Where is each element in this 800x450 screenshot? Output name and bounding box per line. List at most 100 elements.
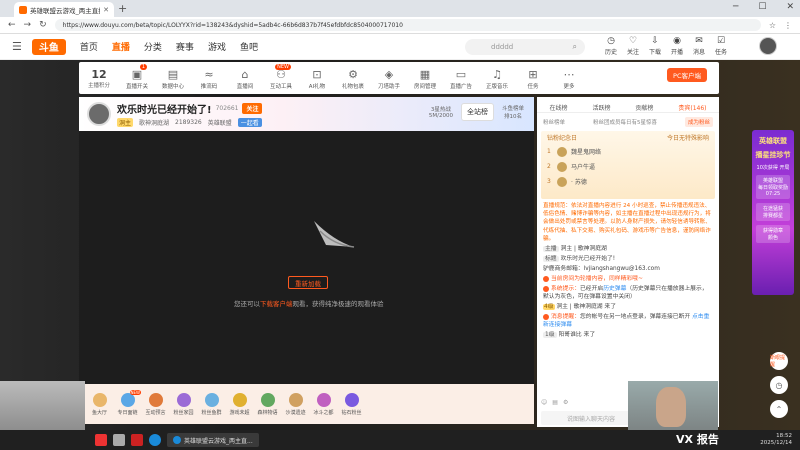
all-station-rank-button[interactable]: 全站榜 — [460, 103, 494, 121]
taskbar-app[interactable]: 英雄联盟云游戏_两主直... — [167, 433, 259, 447]
close-tab-icon[interactable]: ✕ — [103, 6, 109, 14]
maximize-icon[interactable]: ☐ — [758, 2, 766, 12]
tool-manage[interactable]: ▦ 房间管理 — [407, 67, 443, 90]
tool-stream-code[interactable]: ≈ 推流码 — [191, 67, 227, 90]
close-window-icon[interactable]: ✕ — [786, 2, 794, 12]
reload-button[interactable]: 重新加载 — [288, 276, 328, 289]
gift-icon — [176, 392, 191, 407]
follow-button[interactable]: 关注 — [242, 103, 263, 114]
minimize-icon[interactable]: ─ — [733, 2, 738, 12]
browser-tab[interactable]: 英雄联盟云游戏_两主直播_两主 | 斗鱼 ✕ — [14, 2, 114, 17]
vip-row[interactable]: 1 魏星鬼网络 — [547, 144, 709, 159]
new-tab-icon[interactable]: + — [118, 2, 127, 15]
app-icon[interactable] — [113, 434, 125, 446]
app-icon[interactable] — [95, 434, 107, 446]
history-icon[interactable]: ◷ — [770, 376, 788, 394]
setting-icon[interactable]: ⚙ — [563, 399, 568, 406]
room-stats: 3星热战 5M/2000 全站榜 斗鱼榜单 排10名 — [429, 103, 524, 121]
pc-client-button[interactable]: PC客户端 — [667, 68, 707, 82]
header-download[interactable]: ⇩ 下载 — [648, 36, 662, 56]
gift-item[interactable]: 粉丝家园 — [171, 392, 196, 416]
anchor-level[interactable]: 12 主播积分 — [79, 68, 119, 89]
reminder-button[interactable]: 斯眼提醒 — [770, 352, 788, 370]
url-field[interactable]: https://www.douyu.com/beta/topic/LOLYYX?… — [54, 19, 761, 31]
tool-room[interactable]: ⌂ 直播间 — [227, 67, 263, 90]
search-icon[interactable]: ⌕ — [573, 42, 577, 52]
extensions-icon[interactable]: ⋮ — [784, 21, 792, 30]
tool-interact[interactable]: NEW ⚇ 互动工具 — [263, 63, 299, 90]
tool-helper[interactable]: ◈ 刀塔助手 — [371, 67, 407, 90]
search-input[interactable]: ddddd ⌕ — [465, 39, 585, 55]
tool-ai-gift[interactable]: ⊡ AI礼物 — [299, 67, 335, 90]
chat-panel: 在线榜 活跃榜 贡献榜 贵宾(146) 粉丝榜单 粉丝团成员每日有5星惊喜 成为… — [537, 97, 719, 427]
gift-item[interactable]: 钻石粉丝 — [339, 392, 364, 416]
header-broadcast[interactable]: ◉ 开播 — [670, 36, 684, 56]
nav-live[interactable]: 直播 — [112, 40, 130, 53]
tool-music[interactable]: ♫ 正版音乐 — [479, 67, 515, 90]
tool-ad[interactable]: ▭ 直播广告 — [443, 67, 479, 90]
vip-row[interactable]: 2 马户牛逼 — [547, 159, 709, 174]
history-barrage-link[interactable]: 历史弹幕 — [603, 286, 626, 292]
header-message[interactable]: ✉ 消息 — [692, 36, 706, 56]
reload-icon[interactable]: ↻ — [39, 20, 47, 30]
gift-item[interactable]: 鱼大厅 — [87, 392, 112, 416]
chat-message: 1级 阳哥谁比 来了 — [543, 332, 596, 339]
anchor-avatar[interactable] — [87, 102, 111, 126]
nav-home[interactable]: 首页 — [80, 40, 98, 53]
nav-category[interactable]: 分类 — [144, 40, 162, 53]
header-history[interactable]: ◷ 历史 — [604, 36, 618, 56]
header-icons: ◷ 历史 ♡ 关注 ⇩ 下载 ◉ 开播 ✉ 消息 ☑ 任务 — [604, 36, 728, 56]
browser-icon[interactable] — [149, 434, 161, 446]
barrage-icon[interactable]: ▤ — [552, 399, 558, 406]
emoji-icon[interactable]: ☺ — [541, 399, 547, 406]
gift-item[interactable]: 冰斗之都 — [311, 392, 336, 416]
nav-games[interactable]: 游戏 — [208, 40, 226, 53]
gift-icon — [344, 392, 359, 407]
app-icon[interactable] — [131, 434, 143, 446]
user-avatar[interactable] — [759, 37, 777, 55]
gift-icon — [204, 392, 219, 407]
gift-item[interactable]: 森林物语 — [255, 392, 280, 416]
webcam-overlay-left — [0, 381, 85, 436]
become-fan-button[interactable]: 成为粉丝 — [684, 117, 713, 127]
clock[interactable]: 18:52 2025/12/14 — [760, 433, 792, 447]
site-logo[interactable]: 斗鱼 — [31, 38, 66, 55]
gift-item[interactable]: 互动预言 — [143, 392, 168, 416]
bookmark-icon[interactable]: ☆ — [769, 21, 776, 30]
tool-data-center[interactable]: ▤ 数据中心 — [155, 67, 191, 90]
tool-more[interactable]: ⋯ 更多 — [551, 67, 587, 90]
tab-contribution-rank[interactable]: 贡献榜 — [635, 103, 653, 112]
tab-active-rank[interactable]: 活跃榜 — [592, 103, 610, 112]
header-task[interactable]: ☑ 任务 — [714, 36, 728, 56]
side-promo-banner[interactable]: 英雄联盟 播星挂珍节 10次获得 开局 英雄联盟 每日领取奖励 07:25 在途猛获… — [752, 130, 794, 295]
tool-gift-box[interactable]: ⚙ 礼物包裹 — [335, 67, 371, 90]
gift-item[interactable]: 游戏未超 — [227, 392, 252, 416]
nav-esports[interactable]: 赛事 — [176, 40, 194, 53]
video-player[interactable] — [79, 131, 534, 384]
gift-icon — [120, 392, 135, 407]
tool-live-switch[interactable]: 1 ▣ 直播开关 — [119, 63, 155, 90]
douyu-rank[interactable]: 斗鱼榜单 排10名 — [502, 104, 524, 120]
tab-online-rank[interactable]: 在线榜 — [549, 103, 567, 112]
vip-row[interactable]: 3 · 苏德 — [547, 174, 709, 189]
room-category[interactable]: 歌神洞庭湖 — [139, 118, 169, 127]
menu-icon[interactable]: ☰ — [12, 40, 22, 53]
download-client-link[interactable]: 下载客户端 — [260, 300, 293, 308]
watch-together-button[interactable]: 一起看 — [237, 118, 262, 127]
info-icon — [543, 313, 549, 320]
tool-badge: 1 — [139, 63, 147, 70]
forward-icon[interactable]: → — [24, 20, 32, 30]
tool-task[interactable]: ⊞ 任务 — [515, 67, 551, 90]
hot-battle[interactable]: 3星热战 5M/2000 — [429, 105, 453, 119]
gift-item[interactable]: 粉丝鱼群 — [199, 392, 224, 416]
tab-vip[interactable]: 贵宾(146) — [678, 103, 706, 112]
back-to-top-icon[interactable]: ⌃ — [770, 400, 788, 418]
header-follow[interactable]: ♡ 关注 — [626, 36, 640, 56]
task-icon: ☑ — [716, 36, 726, 46]
nav-yuba[interactable]: 鱼吧 — [240, 40, 258, 53]
game-name[interactable]: 英雄联盟 — [208, 118, 232, 127]
back-icon[interactable]: ← — [8, 20, 16, 30]
ad-icon: ▭ — [455, 67, 467, 81]
gift-item[interactable]: 沙漠遗迹 — [283, 392, 308, 416]
gift-item[interactable]: NEW 专日面链 — [115, 389, 141, 416]
